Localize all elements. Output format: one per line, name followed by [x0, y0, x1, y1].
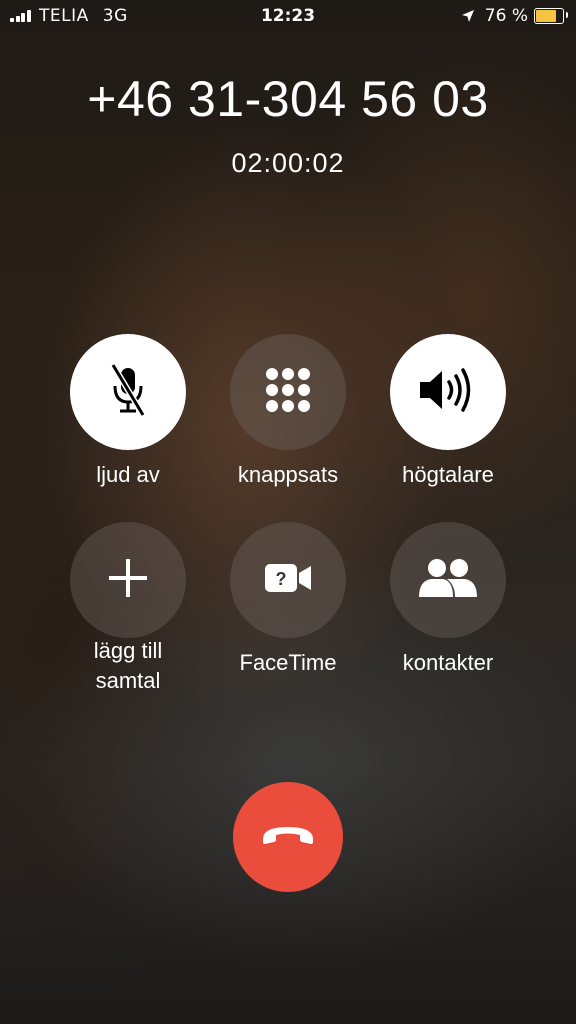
location-arrow-icon — [461, 9, 475, 23]
contacts-button[interactable] — [390, 522, 506, 638]
battery-fill — [536, 10, 556, 22]
add-call-label-line2: samtal — [95, 668, 161, 693]
mic-muted-icon — [108, 362, 148, 422]
add-call-label-line1: lägg till — [93, 638, 163, 663]
contacts-icon — [417, 557, 479, 603]
hang-up-icon — [260, 823, 316, 851]
facetime-button[interactable]: ? — [230, 522, 346, 638]
end-call-button[interactable] — [233, 782, 343, 892]
caller-number: +46 31-304 56 03 — [87, 71, 489, 127]
facetime-label: FaceTime — [239, 650, 337, 675]
status-right: 76 % — [461, 6, 568, 26]
facetime-video-icon: ? — [264, 563, 312, 597]
call-duration: 02:00:02 — [231, 148, 345, 178]
contacts-label: kontakter — [402, 650, 494, 675]
speaker-label: högtalare — [402, 462, 494, 487]
add-call-label: lägg till samtal — [43, 636, 213, 696]
speaker-button[interactable] — [390, 334, 506, 450]
keypad-label: knappsats — [237, 462, 339, 487]
add-call-button[interactable] — [70, 522, 186, 638]
mute-label: ljud av — [96, 462, 160, 487]
battery-percent: 76 % — [484, 6, 528, 26]
keypad-icon — [264, 366, 312, 418]
speaker-icon — [418, 367, 478, 417]
mute-button[interactable] — [70, 334, 186, 450]
battery-icon — [534, 8, 568, 24]
svg-text:?: ? — [276, 569, 287, 589]
status-bar: TELIA 3G 12:23 76 % — [0, 0, 576, 32]
keypad-button[interactable] — [230, 334, 346, 450]
plus-icon — [107, 557, 149, 603]
